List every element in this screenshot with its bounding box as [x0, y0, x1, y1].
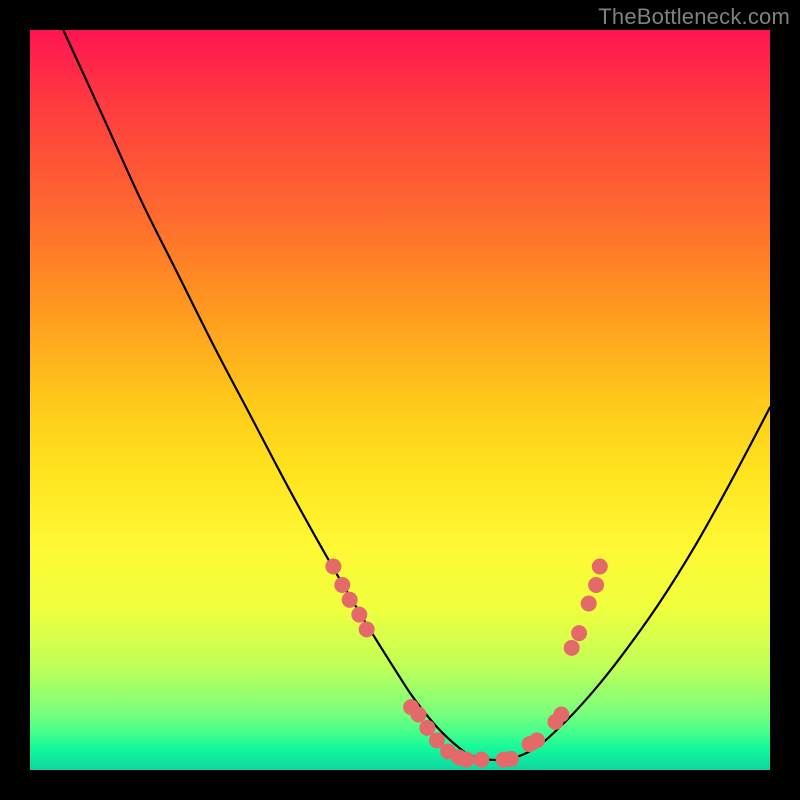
- highlight-dot: [334, 577, 350, 593]
- highlight-dot: [581, 596, 597, 612]
- chart-container: TheBottleneck.com: [0, 0, 800, 800]
- highlight-dot: [459, 752, 475, 768]
- highlight-dot: [553, 707, 569, 723]
- highlight-dot: [411, 707, 427, 723]
- watermark-text: TheBottleneck.com: [598, 4, 790, 30]
- highlight-dot: [325, 559, 341, 575]
- highlight-dot: [592, 559, 608, 575]
- highlight-dot: [564, 640, 580, 656]
- highlight-dot: [571, 625, 587, 641]
- highlight-dot: [588, 577, 604, 593]
- highlight-dot: [419, 720, 435, 736]
- highlight-dot: [342, 592, 358, 608]
- highlight-dot: [529, 732, 545, 748]
- curve-svg: [30, 30, 770, 770]
- main-curve: [63, 30, 770, 760]
- highlight-dot: [351, 607, 367, 623]
- highlight-dot: [359, 621, 375, 637]
- plot-area: [30, 30, 770, 770]
- highlight-dots: [325, 559, 607, 768]
- highlight-dot: [473, 752, 489, 768]
- highlight-dot: [503, 751, 519, 767]
